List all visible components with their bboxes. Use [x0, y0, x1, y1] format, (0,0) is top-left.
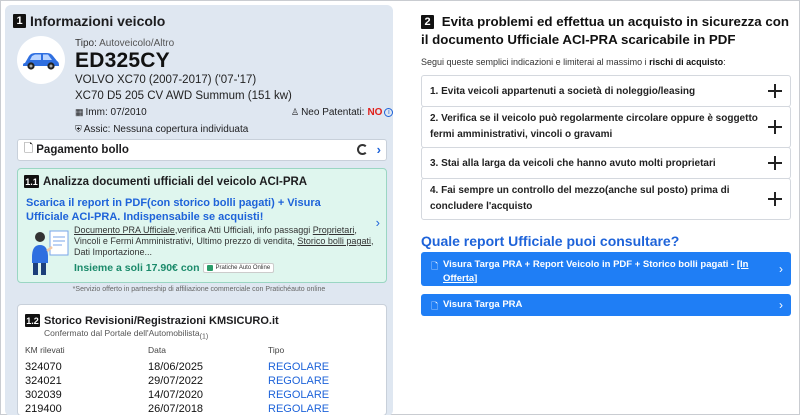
loading-spinner-icon [357, 144, 368, 155]
report-visura-button[interactable]: 🗋 Visura Targa PRA › [421, 294, 791, 316]
neo-patentati-value: NO [367, 107, 383, 118]
insurance-status: Assic: Nessuna copertura individuata [83, 124, 249, 135]
type-cell: REGOLARE [268, 361, 330, 373]
calendar-icon: ▦ [75, 107, 84, 117]
document-icon: 🗋 [431, 301, 439, 311]
page-frame: 1 Informazioni veicolo Tipo: Autoveicolo… [0, 0, 800, 415]
tip-text: 3. Stai alla larga da veicoli che hanno … [430, 158, 716, 169]
price-text: Insieme a soli 17.90€ con [74, 262, 200, 274]
type-cell: REGOLARE [268, 389, 330, 401]
vehicle-insurance: ⛨ Assic: Nessuna copertura individuata [75, 124, 248, 135]
vehicle-section-heading: Informazioni veicolo [30, 13, 166, 29]
report-full-label: Visura Targa PRA + Report Veicolo in PDF… [443, 258, 763, 286]
tip-accordion-3[interactable]: 3. Stai alla larga da veicoli che hanno … [421, 147, 791, 179]
section-number-badge: 1.1 [24, 175, 39, 188]
neo-patentati: ♙ Neo Patentati: NO i [291, 107, 393, 118]
link-documento-pra[interactable]: Documento PRA Ufficiale [74, 225, 175, 235]
document-icon: 🗋 [431, 261, 439, 271]
km-cell: 219400 [25, 403, 62, 415]
section-number-badge: 2 [421, 15, 434, 29]
chevron-right-icon: › [779, 262, 783, 276]
license-plate: ED325CY [75, 49, 170, 72]
column-header-km: KM rilevati [25, 345, 65, 355]
aci-pra-card[interactable]: 1.1 Analizza documenti ufficiali del vei… [17, 168, 387, 283]
storico-title: 1.2 Storico Revisioni/Registrazioni KMSI… [25, 314, 279, 327]
aci-pra-heading: Analizza documenti ufficiali del veicolo… [43, 175, 308, 188]
section-number-badge: 1.2 [25, 314, 40, 327]
storico-subtitle-note: (1) [199, 333, 209, 341]
vehicle-panel: 1 Informazioni veicolo Tipo: Autoveicolo… [5, 5, 393, 415]
partner-logo: Pratiche Auto Online [203, 263, 275, 273]
plus-icon [768, 156, 782, 170]
vehicle-model: VOLVO XC70 (2007-2017) ('07-'17) [75, 74, 257, 86]
aci-pra-price: Insieme a soli 17.90€ con Pratiche Auto … [74, 262, 275, 274]
tip-accordion-4[interactable]: 4. Fai sempre un controllo del mezzo(anc… [421, 178, 791, 220]
storico-subtitle: Confermato dal Portale dell'Automobilist… [44, 328, 208, 341]
shield-icon: ⛨ [75, 124, 82, 134]
subtitle-bold: rischi di acquisto [649, 57, 724, 67]
purchase-tips-heading: Evita problemi ed effettua un acquisto i… [421, 14, 789, 47]
vehicle-version: XC70 D5 205 CV AWD Summum (151 kw) [75, 90, 292, 102]
chevron-right-icon: › [779, 298, 783, 312]
info-icon[interactable]: i [384, 108, 393, 117]
storico-heading: Storico Revisioni/Registrazioni KMSICURO… [44, 314, 279, 327]
partner-name: Pratiche Auto Online [215, 265, 271, 271]
report-question-heading: Quale report Ufficiale puoi consultare? [421, 233, 680, 249]
report-full-button[interactable]: 🗋 Visura Targa PRA + Report Veicolo in P… [421, 252, 791, 286]
date-cell: 14/07/2020 [148, 389, 204, 401]
aci-pra-promo: Scarica il report in PDF(con storico bol… [26, 197, 321, 223]
purchase-tips-panel: 2 Evita problemi ed effettua un acquisto… [411, 5, 797, 415]
vehicle-registration: ▦ Imm: 07/2010 [75, 107, 147, 118]
desc-text-1: ,verifica Atti Ufficiali, info passaggi [174, 225, 313, 235]
vehicle-section-title: 1 Informazioni veicolo [13, 13, 165, 29]
car-avatar [17, 36, 65, 84]
date-cell: 29/07/2022 [148, 375, 204, 387]
subtitle-end: : [723, 57, 726, 67]
type-cell: REGOLARE [268, 375, 330, 387]
registration-date: Imm: 07/2010 [85, 107, 147, 118]
date-cell: 18/06/2025 [148, 361, 204, 373]
aci-pra-description: Documento PRA Ufficiale,verifica Atti Uf… [74, 225, 374, 258]
storico-subtitle-text: Confermato dal Portale dell'Automobilist… [44, 328, 200, 338]
aci-pra-title: 1.1 Analizza documenti ufficiali del vei… [24, 175, 307, 188]
purchase-tips-subtitle: Segui queste semplici indicazioni e limi… [421, 57, 726, 67]
neo-patentati-label: Neo Patentati: [301, 107, 365, 118]
report-visura-label: Visura Targa PRA [443, 299, 523, 310]
link-proprietari[interactable]: Proprietari [313, 225, 355, 235]
plus-icon [768, 84, 782, 98]
column-header-tipo: Tipo [268, 345, 285, 355]
purchase-tips-title: 2 Evita problemi ed effettua un acquisto… [421, 13, 791, 49]
vehicle-type-label: Tipo: [75, 38, 97, 49]
plus-icon [768, 192, 782, 206]
pagamento-bollo-button[interactable]: 🗋 Pagamento bollo › [17, 139, 387, 161]
vehicle-type: Tipo: Autoveicolo/Altro [75, 38, 174, 49]
column-header-data: Data [148, 345, 166, 355]
km-cell: 302039 [25, 389, 62, 401]
chevron-right-icon: › [375, 215, 380, 230]
pagamento-bollo-label: Pagamento bollo [36, 144, 129, 156]
date-cell: 26/07/2018 [148, 403, 204, 415]
subtitle-text: Segui queste semplici indicazioni e limi… [421, 57, 650, 67]
section-number-badge: 1 [13, 14, 26, 28]
tip-text: 4. Fai sempre un controllo del mezzo(anc… [430, 185, 730, 212]
plus-icon [768, 120, 782, 134]
person-icon: ♙ [291, 107, 300, 117]
tip-accordion-1[interactable]: 1. Evita veicoli appartenuti a società d… [421, 75, 791, 107]
km-cell: 324070 [25, 361, 62, 373]
car-icon [23, 53, 59, 70]
person-document-illustration [32, 230, 69, 275]
type-cell: REGOLARE [268, 403, 330, 415]
vehicle-type-value: Autoveicolo/Altro [99, 38, 175, 49]
tip-text: 2. Verifica se il veicolo può regolarmen… [430, 113, 758, 140]
tip-accordion-2[interactable]: 2. Verifica se il veicolo può regolarmen… [421, 106, 791, 148]
chevron-right-icon: › [376, 142, 381, 157]
report-full-text: Visura Targa PRA + Report Veicolo in PDF… [443, 259, 737, 270]
tip-text: 1. Evita veicoli appartenuti a società d… [430, 86, 696, 97]
km-cell: 324021 [25, 375, 62, 387]
storico-revisioni-card: 1.2 Storico Revisioni/Registrazioni KMSI… [17, 304, 387, 415]
document-icon: 🗋 [24, 142, 34, 155]
affiliation-footnote: *Servizio offerto in partnership di affi… [72, 286, 326, 293]
link-storico-bolli[interactable]: Storico bolli pagati [297, 236, 371, 246]
